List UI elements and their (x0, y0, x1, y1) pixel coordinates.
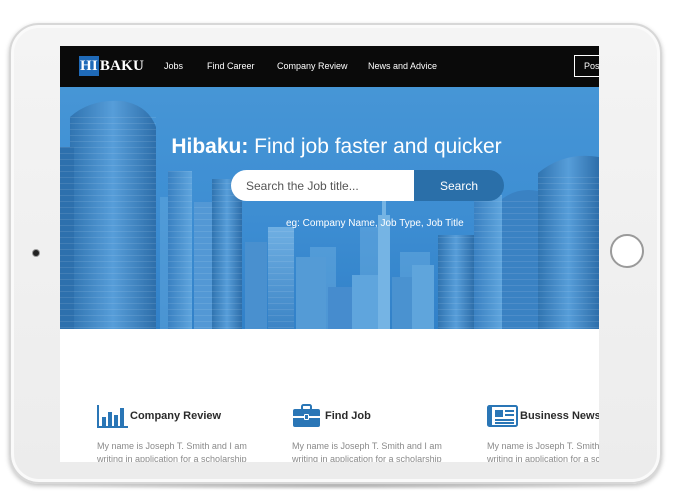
city-skyline-image (60, 87, 599, 329)
tablet-mockup: HI BAKU Jobs Find Career Company Review N… (0, 0, 680, 494)
logo-text: BAKU (99, 58, 145, 74)
newspaper-icon (487, 405, 518, 427)
post-job-button[interactable]: Pos (574, 55, 599, 77)
job-search-input[interactable] (231, 170, 414, 201)
feature-title[interactable]: Find Job (325, 410, 371, 422)
feature-header: Company Review (97, 403, 267, 429)
nav-link-jobs[interactable]: Jobs (164, 61, 183, 71)
hero-title-text: Find job faster and quicker (248, 135, 502, 158)
hero-title-brand: Hibaku: (171, 135, 249, 158)
logo[interactable]: HI BAKU (79, 56, 144, 76)
feature-business-news: Business News My name is Joseph T. Smith… (487, 403, 599, 462)
feature-header: Find Job (292, 403, 462, 429)
feature-title[interactable]: Company Review (130, 410, 221, 422)
feature-description: My name is Joseph T. Smith and I am writ… (487, 441, 599, 462)
feature-title[interactable]: Business News (520, 410, 599, 422)
bar-chart-icon (97, 405, 128, 428)
navbar: HI BAKU Jobs Find Career Company Review N… (60, 46, 599, 87)
feature-company-review: Company Review My name is Joseph T. Smit… (97, 403, 267, 462)
hero-banner: Hibaku: Find job faster and quicker Sear… (60, 87, 599, 329)
logo-mark: HI (79, 56, 99, 76)
hero-title: Hibaku: Find job faster and quicker (67, 135, 599, 159)
feature-description: My name is Joseph T. Smith and I am writ… (97, 441, 247, 462)
nav-link-news-and-advice[interactable]: News and Advice (368, 61, 437, 71)
job-search-bar: Search (231, 170, 504, 201)
search-hint: eg: Company Name, Job Type, Job Title (286, 218, 464, 229)
search-button[interactable]: Search (414, 170, 504, 201)
feature-header: Business News (487, 403, 599, 429)
feature-description: My name is Joseph T. Smith and I am writ… (292, 441, 442, 462)
feature-find-job: Find Job My name is Joseph T. Smith and … (292, 403, 462, 462)
briefcase-icon (293, 404, 320, 427)
home-button[interactable] (610, 234, 644, 268)
camera-icon (33, 250, 39, 256)
tablet-screen: HI BAKU Jobs Find Career Company Review N… (60, 46, 599, 462)
nav-link-find-career[interactable]: Find Career (207, 61, 255, 71)
nav-link-company-review[interactable]: Company Review (277, 61, 348, 71)
